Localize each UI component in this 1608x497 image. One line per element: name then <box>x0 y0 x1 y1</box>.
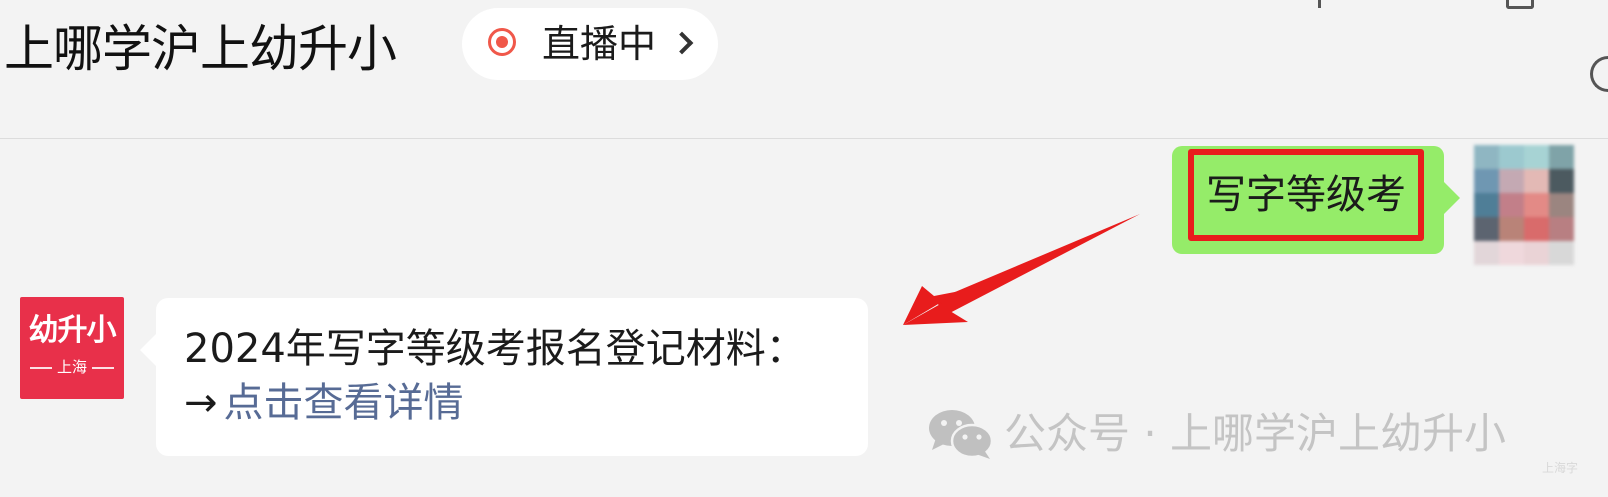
view-details-link[interactable]: 点击查看详情 <box>224 380 464 426</box>
avatar-divider <box>92 367 114 369</box>
corner-stamp: 上海字 <box>1542 461 1579 475</box>
incoming-message-link-line: → 点击查看详情 <box>184 378 464 428</box>
arrow-right-glyph: → <box>184 380 218 426</box>
watermark-text: 公众号 · 上哪学沪上幼升小 <box>1004 409 1507 458</box>
wechat-icon <box>929 410 994 459</box>
incoming-message-bubble[interactable]: 2024年写字等级考报名登记材料： → 点击查看详情 <box>140 298 868 456</box>
incoming-message-text: 2024年写字等级考报名登记材料： <box>184 326 806 372</box>
official-account-avatar[interactable]: 幼升小 上海 <box>20 297 124 399</box>
avatar-brand-name: 幼升小 <box>28 313 117 348</box>
